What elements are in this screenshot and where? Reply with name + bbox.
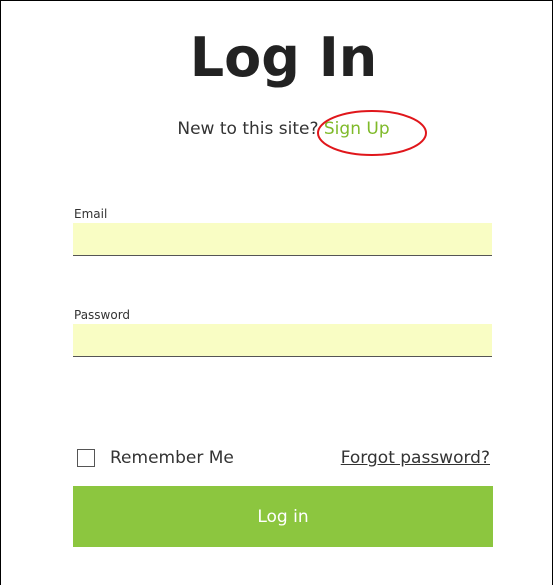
email-field[interactable] [73,223,492,256]
signup-prompt: New to this site? Sign Up [1,110,553,156]
password-field[interactable] [73,324,492,357]
page-title: Log In [189,26,378,89]
remember-me-label[interactable]: Remember Me [110,447,234,469]
password-label: Password [74,308,131,322]
email-label: Email [74,207,108,221]
login-panel: Log In New to this site? Sign Up Email P… [0,0,553,585]
forgot-password-link[interactable]: Forgot password? [341,447,490,469]
remember-me-checkbox[interactable] [77,449,95,467]
login-button[interactable]: Log in [73,486,493,547]
signup-prompt-text: New to this site? [177,119,319,139]
remember-me-row: Remember Me [77,447,234,469]
signup-link[interactable]: Sign Up [316,110,427,156]
signup-link-label: Sign Up [323,119,390,139]
